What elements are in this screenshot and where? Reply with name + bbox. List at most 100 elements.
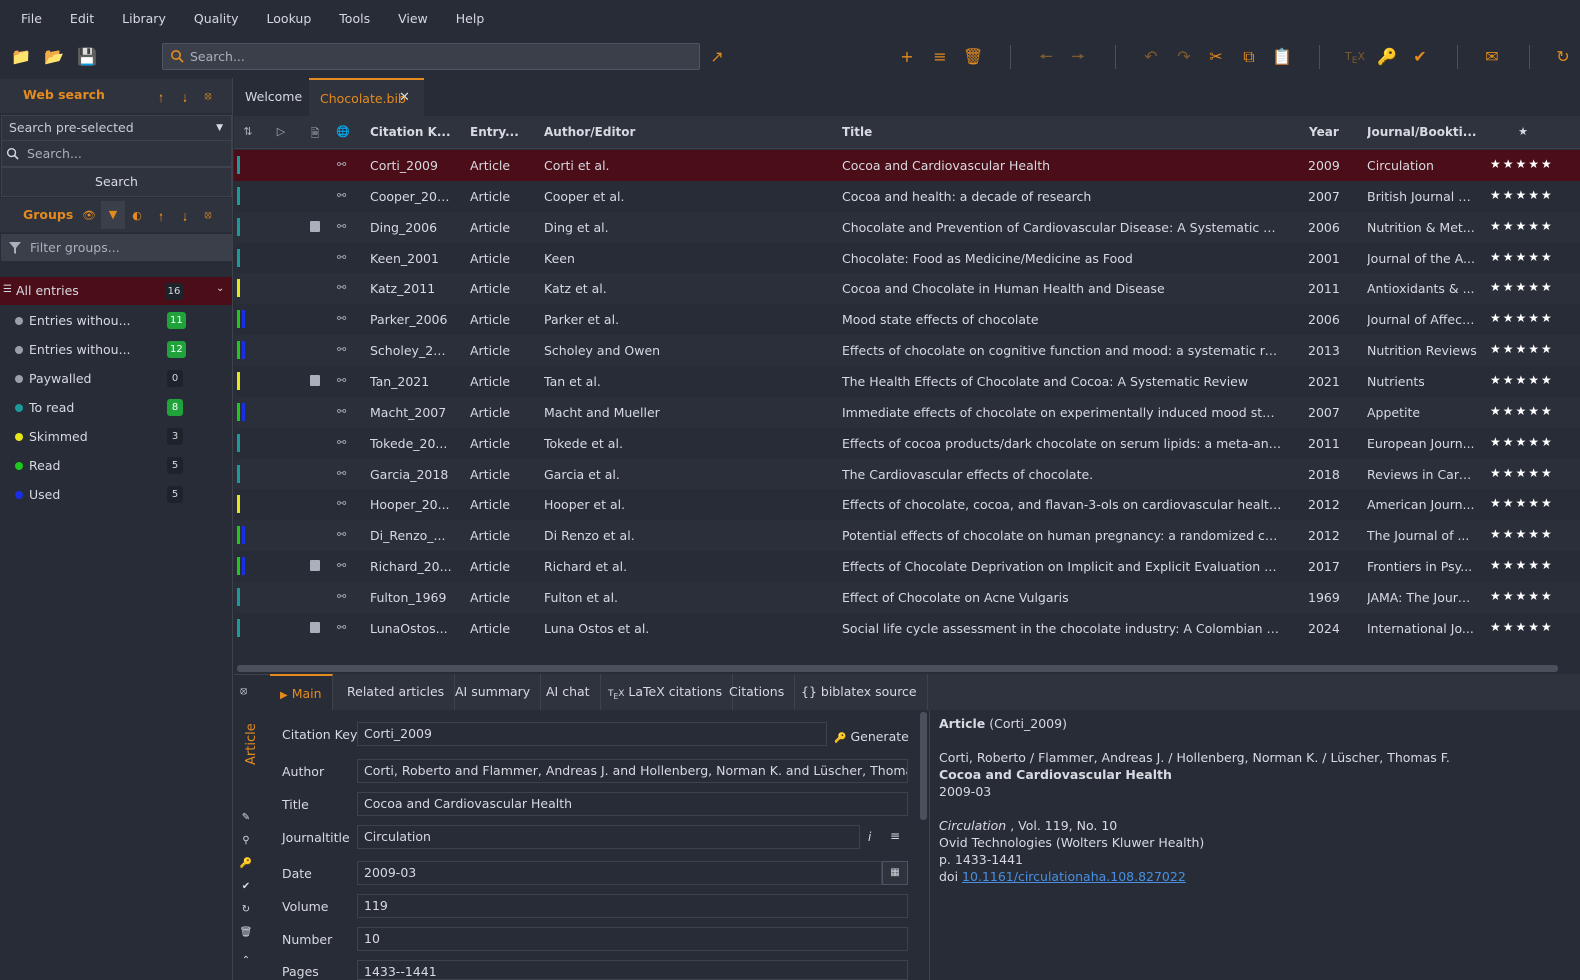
close-panel-icon[interactable]: ⦻ [201,208,215,222]
column-entry-type[interactable]: Entry... [470,125,530,139]
rating-stars-icon[interactable]: ★★★★★ [1490,620,1554,634]
back-icon[interactable]: 🠔 [1036,47,1056,67]
web-search-engine-select[interactable]: Search pre-selected ▼ [1,115,232,141]
group-item[interactable]: Paywalled 0 [0,364,232,393]
column-citation-key[interactable]: Citation K... [370,125,450,139]
move-down-icon[interactable]: 🠓 [178,90,192,109]
rating-stars-icon[interactable]: ★★★★★ [1490,589,1554,603]
delete-entry-icon[interactable]: 🗑 [963,47,983,67]
close-editor-icon[interactable]: ⦻ [240,684,247,698]
paste-icon[interactable]: 📋 [1272,47,1292,67]
rating-stars-icon[interactable]: ★★★★★ [1490,373,1554,387]
key-icon[interactable]: 🔑 [239,858,253,869]
link-icon[interactable]: ⚯ [337,189,346,202]
rating-stars-icon[interactable]: ★★★★★ [1490,311,1554,325]
tab-ai-chat[interactable]: AI chat [536,674,601,710]
email-icon[interactable]: ✉ [1482,47,1502,67]
link-icon[interactable]: ⚯ [337,497,346,510]
column-year[interactable]: Year [1309,125,1349,139]
abbreviate-icon[interactable]: ≡ [890,829,900,843]
ranking-column-icon[interactable]: ★ [1516,125,1530,139]
column-title[interactable]: Title [842,125,992,139]
number-field[interactable]: 10 [357,927,908,951]
file-column-icon[interactable]: 🗎 [308,125,322,140]
save-library-icon[interactable]: 💾 [77,47,97,67]
undo-icon[interactable]: ↶ [1141,47,1161,67]
link-icon[interactable]: ⚯ [337,251,346,264]
table-row[interactable]: ⚯ Katz_2011 Article Katz et al. Cocoa and Ch… [234,273,1580,305]
move-up-icon[interactable]: 🠑 [154,209,168,228]
rating-stars-icon[interactable]: ★★★★★ [1490,219,1554,233]
refresh-icon[interactable]: ↻ [1553,47,1573,67]
forward-icon[interactable]: 🠖 [1068,47,1088,67]
link-icon[interactable]: ⚯ [337,374,346,387]
edit-icon[interactable]: ✎ [239,812,253,823]
group-item[interactable]: Entries withou... 12 [0,335,232,364]
group-item[interactable]: Used 5 [0,480,232,509]
rating-stars-icon[interactable]: ★★★★★ [1490,435,1554,449]
pdf-file-icon[interactable] [310,621,320,633]
move-down-icon[interactable]: 🠓 [178,209,192,228]
open-search-window-icon[interactable]: ↗ [707,47,727,67]
link-icon[interactable]: ⚯ [337,436,346,449]
link-icon[interactable]: ⚯ [337,405,346,418]
rating-stars-icon[interactable]: ★★★★★ [1490,342,1554,356]
column-journal[interactable]: Journal/Bookti... [1367,125,1477,139]
table-row[interactable]: ⚯ Di_Renzo_... Article Di Renzo et al. Poten… [234,520,1580,552]
group-item[interactable]: Read 5 [0,451,232,480]
group-item[interactable]: Skimmed 3 [0,422,232,451]
group-item[interactable]: Entries withou... 11 [0,306,232,335]
generate-key-button[interactable]: 🔑 Generate [834,729,909,744]
menu-lookup[interactable]: Lookup [257,11,322,26]
table-row[interactable]: ⚯ Tokede_20... Article Tokede et al. Effects… [234,427,1580,459]
web-search-button[interactable]: Search [1,167,232,197]
author-field[interactable]: Corti, Roberto and Flammer, Andreas J. a… [357,759,908,783]
menu-tools[interactable]: Tools [329,11,380,26]
rating-stars-icon[interactable]: ★★★★★ [1490,558,1554,572]
close-tab-icon[interactable]: ✕ [399,90,410,105]
close-panel-icon[interactable]: ⦻ [201,89,215,103]
visibility-icon[interactable]: 👁 [82,209,96,222]
citation-key-field[interactable]: Corti_2009 [357,722,827,746]
title-field[interactable]: Cocoa and Cardiovascular Health [357,792,908,816]
add-entry-icon[interactable]: + [897,47,917,67]
tab-related-articles[interactable]: Related articles [337,674,456,710]
table-row[interactable]: ⚯ Richard_20... Article Richard et al. Effec… [234,551,1580,583]
link-icon[interactable]: ⚯ [337,343,346,356]
tab-ai-summary[interactable]: AI summary [445,674,542,710]
refresh-icon[interactable]: ↻ [239,904,253,915]
rating-stars-icon[interactable]: ★★★★★ [1490,188,1554,202]
link-icon[interactable]: ⚯ [337,220,346,233]
menu-quality[interactable]: Quality [184,11,249,26]
pdf-file-icon[interactable] [310,220,320,232]
link-icon[interactable]: ⚯ [337,281,346,294]
rating-stars-icon[interactable]: ★★★★★ [1490,496,1554,510]
invert-icon[interactable]: ◐ [130,209,144,222]
rating-stars-icon[interactable]: ★★★★★ [1490,250,1554,264]
link-icon[interactable]: ⚯ [337,590,346,603]
key-icon[interactable]: 🔑 [1377,47,1397,67]
table-row[interactable]: ⚯ Fulton_1969 Article Fulton et al. Effect o… [234,581,1580,613]
global-search-input[interactable]: Search... [162,43,700,70]
rating-stars-icon[interactable]: ★★★★★ [1490,527,1554,541]
table-row[interactable]: ⚯ Hooper_20... Article Hooper et al. Effects… [234,489,1580,521]
chevron-down-icon[interactable]: ⌄ [216,283,224,294]
volume-field[interactable]: 119 [357,894,908,918]
delete-icon[interactable]: 🗑 [239,927,253,938]
copy-icon[interactable]: ⧉ [1239,47,1259,67]
pdf-file-icon[interactable] [310,560,320,572]
rating-stars-icon[interactable]: ★★★★★ [1490,280,1554,294]
open-library-icon[interactable]: 📂 [44,47,64,67]
link-icon[interactable]: ⚯ [337,158,346,171]
table-row[interactable]: ⚯ Corti_2009 Article Corti et al. Cocoa and … [234,150,1580,181]
doi-link[interactable]: 10.1161/circulationaha.108.827022 [962,869,1186,884]
menu-help[interactable]: Help [446,11,495,26]
groups-column-icon[interactable]: ⇅ [241,125,255,139]
filter-groups-input[interactable]: Filter groups... [1,234,232,261]
lookup-icon[interactable]: ⚲ [239,835,253,846]
info-icon[interactable]: i [868,830,871,844]
menu-view[interactable]: View [388,11,438,26]
url-column-icon[interactable]: 🌐 [336,125,350,139]
tab-latex-citations[interactable]: TEX LaTeX citations [598,674,734,710]
table-row[interactable]: ⚯ Tan_2021 Article Tan et al. The Health Eff… [234,365,1580,397]
